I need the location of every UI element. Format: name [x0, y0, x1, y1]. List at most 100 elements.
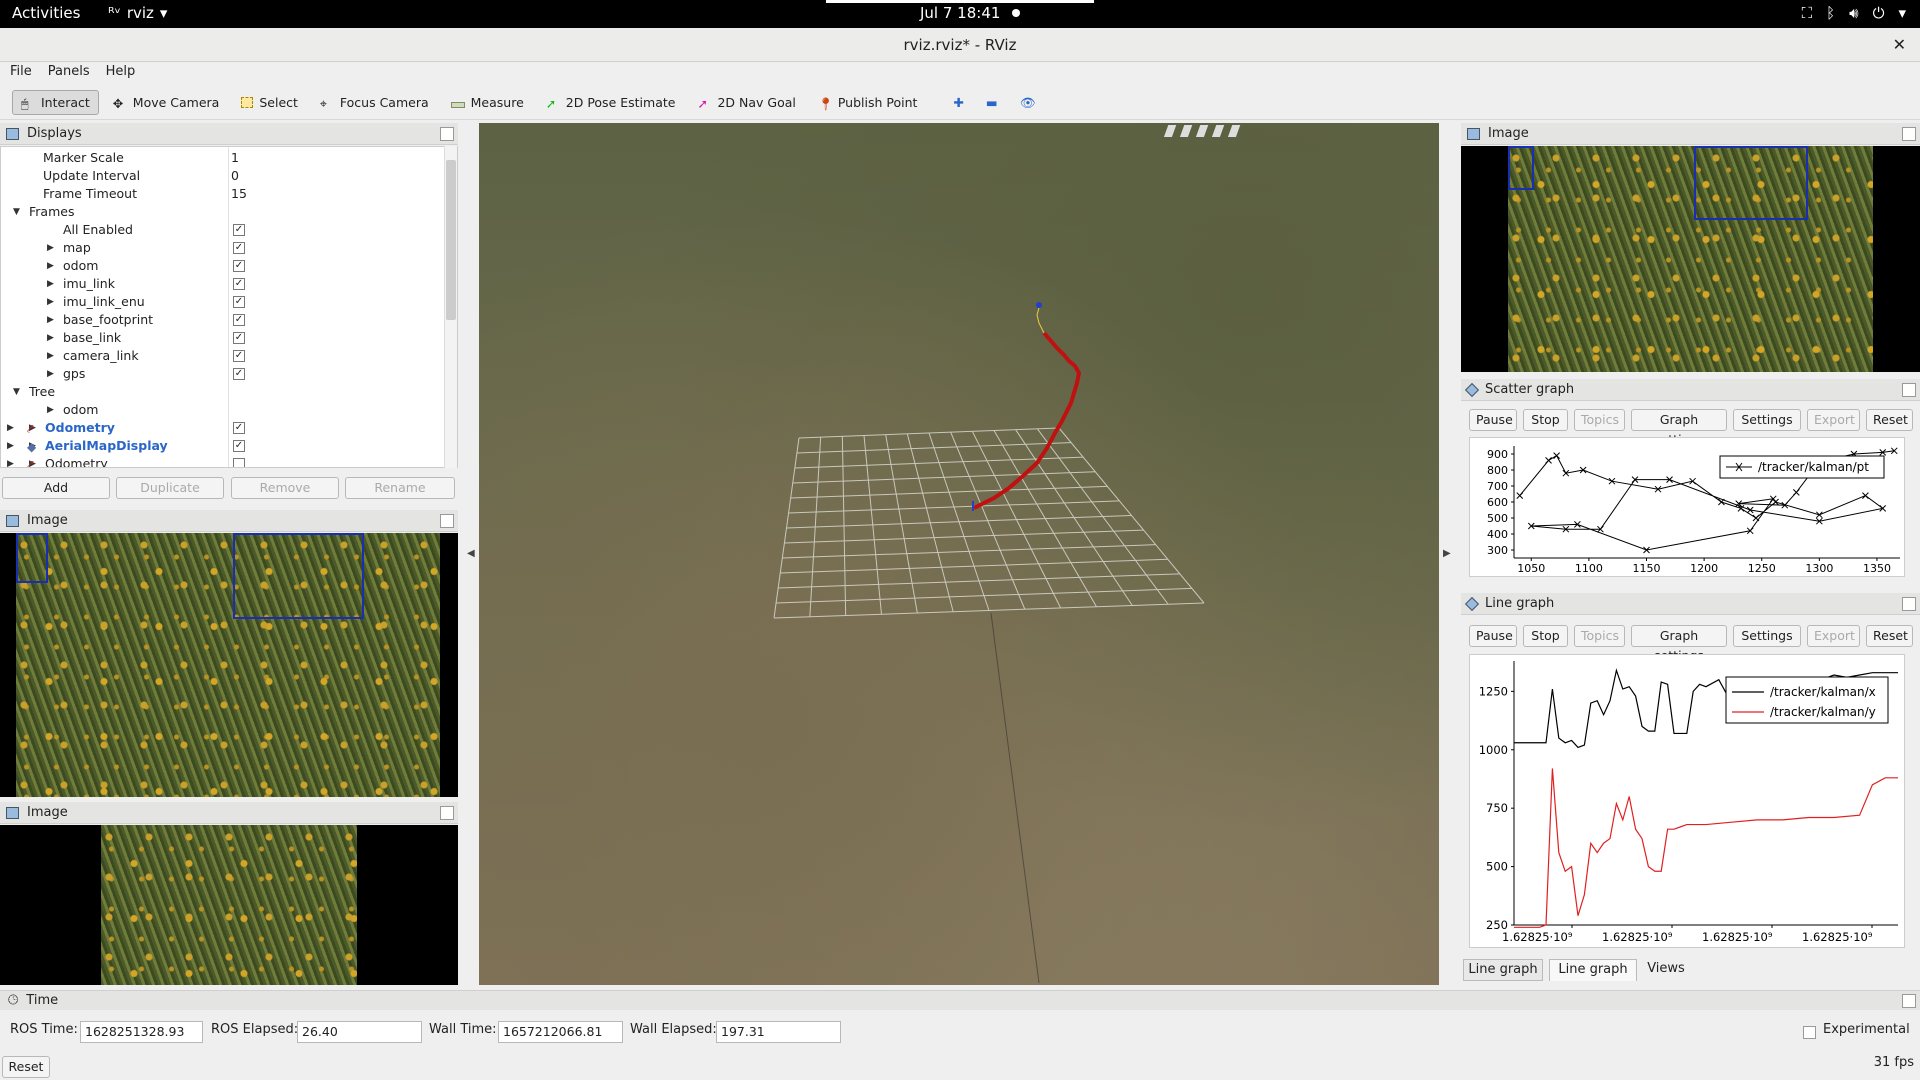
display-row[interactable]: ▶ camera_link ✓ [1, 347, 445, 365]
display-row[interactable]: ▶ gps ✓ [1, 365, 445, 383]
app-menu[interactable]: ᴿᵛ rviz ▾ [108, 4, 167, 22]
publish-point-tool-button[interactable]: 📍︎ Publish Point [810, 91, 926, 114]
scatter-graph-settings-button[interactable]: Graph settings [1631, 409, 1727, 447]
display-row[interactable]: ▶ imu_link ✓ [1, 275, 445, 293]
panel-float-checkbox[interactable] [1902, 383, 1916, 397]
expand-right-arrow-icon[interactable]: ▶ [47, 293, 54, 311]
line-reset-button[interactable]: Reset [1866, 625, 1913, 647]
display-row[interactable]: ▶ ▶ ⤤ Odometry [1, 455, 445, 467]
panel-float-checkbox[interactable] [440, 514, 454, 528]
3d-render-view[interactable] [479, 123, 1439, 985]
remove-display-button[interactable]: Remove [231, 477, 339, 499]
display-row[interactable]: ▶ ▶ ⤤ Odometry ✓ [1, 419, 445, 437]
display-enable-checkbox[interactable]: ✓ [233, 260, 245, 272]
add-display-button[interactable]: Add [2, 477, 110, 499]
display-row[interactable]: ▶ ▶ ◆ AerialMapDisplay ✓ [1, 437, 445, 455]
measure-tool-button[interactable]: Measure [443, 91, 532, 114]
line-graph-settings-button[interactable]: Graph settings [1631, 625, 1727, 663]
scatter-settings-button[interactable]: Settings [1733, 409, 1801, 431]
panel-float-checkbox[interactable] [1902, 127, 1916, 141]
display-row[interactable]: Marker Scale 1 [1, 149, 445, 167]
close-icon[interactable]: ✕ [1893, 28, 1906, 62]
line-plot[interactable]: 250 500 750 1000 1250 1.62825·10⁹ 1.62825·10⁹ 1… [1469, 654, 1905, 948]
expand-down-arrow-icon[interactable]: ▼ [13, 203, 20, 221]
line-stop-button[interactable]: Stop [1523, 625, 1568, 647]
expand-right-arrow-icon[interactable]: ▶ [47, 329, 54, 347]
wall-time-field[interactable]: 1657212066.81 [498, 1021, 623, 1043]
display-row[interactable]: All Enabled ✓ [1, 221, 445, 239]
menu-panels[interactable]: Panels [44, 62, 94, 84]
ros-time-field[interactable]: 1628251328.93 [80, 1021, 203, 1043]
line-export-button[interactable]: Export [1807, 625, 1860, 647]
expand-right-arrow-icon[interactable]: ▶ [7, 455, 14, 467]
display-row[interactable]: ▶ odom [1, 401, 445, 419]
activities-button[interactable]: Activities [12, 4, 80, 22]
expand-right-arrow-icon[interactable]: ▶ [47, 275, 54, 293]
expand-right-arrow-icon[interactable]: ▶ [47, 347, 54, 365]
display-row[interactable]: Update Interval 0 [1, 167, 445, 185]
expand-right-arrow-icon[interactable]: ▶ [47, 365, 54, 383]
scatter-pause-button[interactable]: Pause [1469, 409, 1517, 431]
panel-float-checkbox[interactable] [1902, 597, 1916, 611]
display-enable-checkbox[interactable]: ✓ [233, 440, 245, 452]
duplicate-display-button[interactable]: Duplicate [116, 477, 224, 499]
add-tool-button[interactable]: ✚ [945, 91, 971, 114]
eye-tool-button[interactable]: 👁︎ [1012, 91, 1044, 115]
move-camera-tool-button[interactable]: ✥ Move Camera [105, 91, 228, 114]
expand-right-arrow-icon[interactable]: ▶ [47, 257, 54, 275]
panel-float-checkbox[interactable] [440, 806, 454, 820]
collapse-left-arrow-icon[interactable]: ◀ [467, 548, 475, 559]
displays-scrollbar[interactable] [444, 146, 457, 468]
tab-line-graph-2[interactable]: Line graph [1549, 959, 1637, 981]
camera-image-view[interactable] [1461, 146, 1920, 372]
display-row-value[interactable]: 0 [231, 167, 239, 185]
display-enable-checkbox[interactable] [233, 458, 245, 467]
camera-image-view[interactable] [0, 825, 458, 985]
expand-right-arrow-icon[interactable]: ▶ [47, 311, 54, 329]
collapse-right-arrow-icon[interactable]: ▶ [1443, 548, 1451, 559]
rename-display-button[interactable]: Rename [345, 477, 455, 499]
camera-image-view[interactable] [0, 533, 458, 797]
interact-tool-button[interactable]: 🖱︎ Interact [12, 90, 99, 115]
menu-file[interactable]: File [6, 62, 36, 84]
display-row[interactable]: ▼ Tree [1, 383, 445, 401]
display-row[interactable]: ▶ map ✓ [1, 239, 445, 257]
display-row[interactable]: ▶ odom ✓ [1, 257, 445, 275]
line-topics-button[interactable]: Topics [1574, 625, 1625, 647]
display-row[interactable]: Frame Timeout 15 [1, 185, 445, 203]
expand-right-arrow-icon[interactable]: ▶ [47, 239, 54, 257]
clock[interactable]: Jul 7 18:41 [920, 4, 1021, 22]
display-row[interactable]: ▶ base_footprint ✓ [1, 311, 445, 329]
system-tray[interactable]: ⛶ ᛒ 🔊︎ ⏻ ▾ [1802, 4, 1906, 22]
display-enable-checkbox[interactable]: ✓ [233, 422, 245, 434]
time-reset-button[interactable]: Reset [2, 1056, 50, 1078]
expand-right-arrow-icon[interactable]: ▶ [7, 437, 14, 455]
display-enable-checkbox[interactable]: ✓ [233, 278, 245, 290]
remove-tool-button[interactable]: ▬ [978, 91, 1006, 114]
display-row[interactable]: ▶ base_link ✓ [1, 329, 445, 347]
expand-down-arrow-icon[interactable]: ▼ [13, 383, 20, 401]
display-row-value[interactable]: 15 [231, 185, 247, 203]
menu-help[interactable]: Help [102, 62, 140, 84]
display-enable-checkbox[interactable]: ✓ [233, 368, 245, 380]
displays-tree[interactable]: Marker Scale 1 Update Interval 0 Frame Timeo… [0, 146, 458, 468]
scatter-stop-button[interactable]: Stop [1523, 409, 1568, 431]
display-row[interactable]: ▶ imu_link_enu ✓ [1, 293, 445, 311]
panel-float-checkbox[interactable] [1902, 994, 1916, 1008]
expand-right-arrow-icon[interactable]: ▶ [47, 401, 54, 419]
tab-line-graph-1[interactable]: Line graph [1463, 959, 1543, 981]
nav-goal-tool-button[interactable]: ➚ 2D Nav Goal [689, 91, 803, 114]
scrollbar-thumb[interactable] [446, 160, 456, 320]
scatter-plot[interactable]: 300 400 500 600 700 800 900 1050 1100 1150 1200 125… [1469, 437, 1905, 577]
expand-right-arrow-icon[interactable]: ▶ [7, 419, 14, 437]
display-enable-checkbox[interactable]: ✓ [233, 296, 245, 308]
line-pause-button[interactable]: Pause [1469, 625, 1517, 647]
tab-views[interactable]: Views [1641, 959, 1691, 981]
select-tool-button[interactable]: Select [233, 91, 306, 114]
display-row-value[interactable]: 1 [231, 149, 239, 167]
panel-float-checkbox[interactable] [440, 127, 454, 141]
scatter-reset-button[interactable]: Reset [1866, 409, 1913, 431]
scatter-export-button[interactable]: Export [1807, 409, 1860, 431]
display-enable-checkbox[interactable]: ✓ [233, 332, 245, 344]
ros-elapsed-field[interactable]: 26.40 [297, 1021, 422, 1043]
